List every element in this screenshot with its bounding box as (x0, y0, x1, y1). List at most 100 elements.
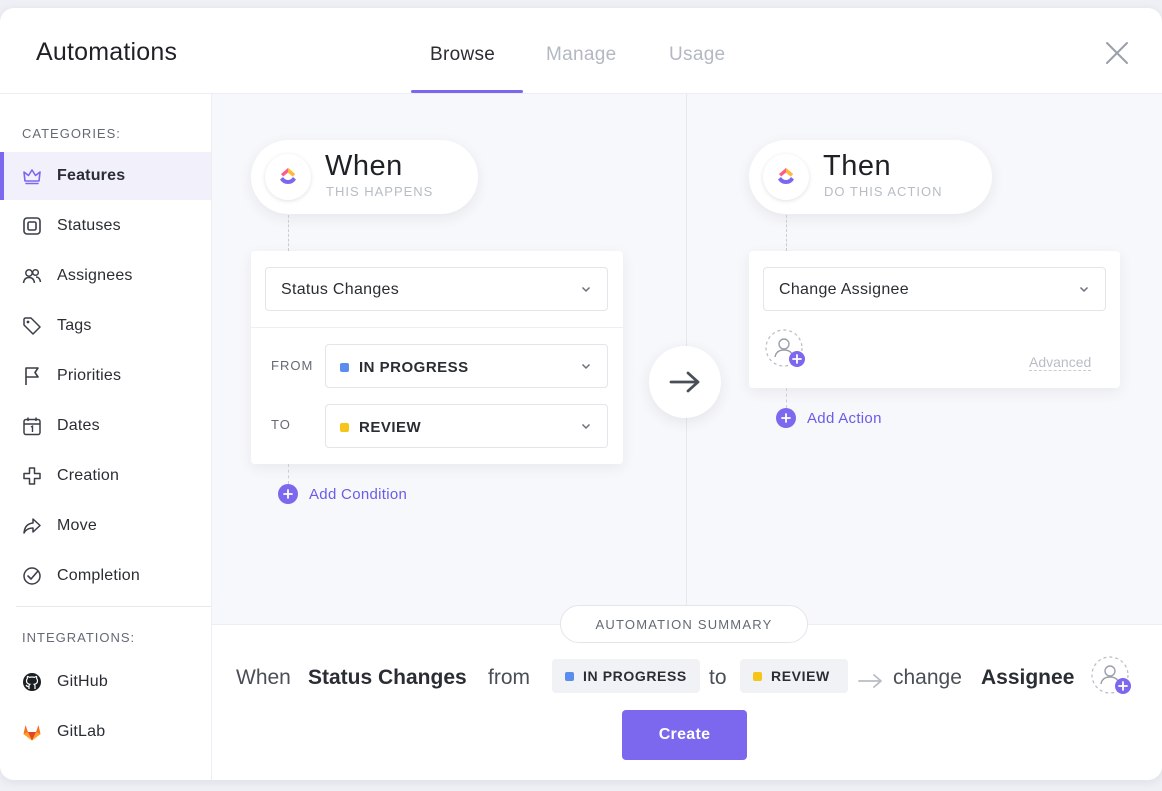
chevron-down-icon (581, 423, 591, 430)
clickup-logo-icon (763, 154, 809, 200)
sidebar-item-label: GitLab (57, 723, 106, 740)
sidebar-divider (16, 606, 211, 607)
add-condition-label: Add Condition (309, 485, 408, 503)
connector-line (786, 388, 787, 408)
status-color-dot (340, 363, 349, 372)
plus-outline-icon (22, 466, 42, 486)
crown-icon (22, 166, 42, 186)
chevron-down-icon (581, 363, 591, 370)
flow-arrow (649, 346, 721, 418)
modal-title: Automations (36, 38, 178, 66)
summary-when-text: When (236, 666, 291, 689)
share-arrow-icon (22, 516, 42, 536)
sidebar-item-creation[interactable]: Creation (0, 452, 211, 500)
sidebar-item-tags[interactable]: Tags (0, 302, 211, 350)
sidebar-item-label: Move (57, 517, 97, 534)
summary-from-chip-text: IN PROGRESS (583, 668, 687, 684)
sidebar-item-label: GitHub (57, 673, 108, 690)
tab-manage[interactable]: Manage (546, 44, 616, 66)
arrow-right-icon (669, 371, 700, 393)
sidebar-item-label: Statuses (57, 217, 121, 234)
trigger-card: Status Changes FROM IN PROGRESS TO REVIE… (251, 251, 623, 464)
from-status-select[interactable]: IN PROGRESS (325, 344, 608, 388)
add-assignee-icon[interactable] (765, 329, 807, 371)
active-tab-indicator (411, 90, 523, 93)
advanced-link[interactable]: Advanced (1029, 354, 1092, 371)
add-assignee-icon[interactable] (1091, 656, 1133, 698)
connector-line (288, 215, 289, 251)
summary-target-text: Assignee (981, 666, 1074, 690)
chevron-down-icon (581, 286, 591, 293)
summary-to-chip: REVIEW (740, 659, 848, 693)
sidebar-item-label: Dates (57, 417, 100, 434)
add-action-label: Add Action (807, 409, 882, 427)
trigger-event-value: Status Changes (281, 281, 400, 298)
integrations-heading: INTEGRATIONS: (22, 630, 136, 645)
sidebar-item-priorities[interactable]: Priorities (0, 352, 211, 400)
create-button[interactable]: Create (622, 710, 747, 760)
summary-event-text: Status Changes (308, 666, 467, 690)
modal-header: Automations Browse Manage Usage (0, 8, 1162, 94)
to-status-value: REVIEW (359, 419, 422, 436)
add-condition-button[interactable]: Add Condition (278, 484, 407, 504)
then-title: Then (823, 150, 892, 182)
close-icon[interactable] (1104, 40, 1130, 66)
status-square-icon (22, 216, 42, 236)
status-color-dot (753, 672, 762, 681)
summary-to-chip-text: REVIEW (771, 668, 830, 684)
status-color-dot (340, 423, 349, 432)
sidebar-item-label: Tags (57, 317, 92, 334)
plus-icon (776, 408, 796, 428)
sidebar-item-label: Features (57, 167, 126, 184)
category-sidebar: CATEGORIES: Features Statuses Assignees … (0, 94, 212, 780)
from-label: FROM (271, 358, 314, 373)
connector-line (786, 215, 787, 251)
sidebar-item-label: Creation (57, 467, 120, 484)
automations-modal: Automations Browse Manage Usage CATEGORI… (0, 8, 1162, 780)
sidebar-item-move[interactable]: Move (0, 502, 211, 550)
to-label: TO (271, 417, 291, 432)
sidebar-item-github[interactable]: GitHub (0, 658, 211, 706)
to-status-select[interactable]: REVIEW (325, 404, 608, 448)
check-circle-icon (22, 566, 42, 586)
plus-icon (278, 484, 298, 504)
summary-change-text: change (893, 666, 962, 689)
trigger-event-select[interactable]: Status Changes (265, 267, 608, 311)
when-title: When (325, 150, 403, 182)
summary-to-text: to (709, 666, 727, 689)
connector-line (288, 464, 289, 484)
summary-event-bold: Status Changes (308, 666, 467, 689)
sidebar-item-gitlab[interactable]: GitLab (0, 708, 211, 756)
sidebar-item-statuses[interactable]: Statuses (0, 202, 211, 250)
summary-from-text: from (488, 666, 530, 689)
add-action-button[interactable]: Add Action (776, 408, 882, 428)
summary-target-bold: Assignee (981, 666, 1075, 689)
chevron-down-icon (1079, 286, 1089, 293)
sidebar-item-label: Completion (57, 567, 140, 584)
sidebar-item-features[interactable]: Features (0, 152, 211, 200)
tab-browse[interactable]: Browse (430, 44, 495, 66)
sidebar-item-assignees[interactable]: Assignees (0, 252, 211, 300)
from-status-value: IN PROGRESS (359, 359, 469, 376)
tag-icon (22, 316, 42, 336)
sidebar-item-completion[interactable]: Completion (0, 552, 211, 600)
when-subtitle: THIS HAPPENS (326, 184, 434, 199)
action-type-select[interactable]: Change Assignee (763, 267, 1106, 311)
calendar-icon (22, 416, 42, 436)
summary-from-chip: IN PROGRESS (552, 659, 700, 693)
then-header: Then DO THIS ACTION (749, 140, 992, 214)
sidebar-item-dates[interactable]: Dates (0, 402, 211, 450)
card-divider (251, 327, 623, 328)
tab-usage[interactable]: Usage (669, 44, 725, 66)
status-color-dot (565, 672, 574, 681)
github-icon (22, 672, 42, 692)
gitlab-icon (22, 722, 42, 742)
sidebar-item-label: Priorities (57, 367, 122, 384)
action-type-value: Change Assignee (779, 281, 909, 298)
arrow-right-icon (858, 673, 884, 689)
sidebar-item-label: Assignees (57, 267, 133, 284)
clickup-logo-icon (265, 154, 311, 200)
when-header: When THIS HAPPENS (251, 140, 478, 214)
automation-summary-badge: AUTOMATION SUMMARY (560, 605, 808, 643)
then-subtitle: DO THIS ACTION (824, 184, 943, 199)
